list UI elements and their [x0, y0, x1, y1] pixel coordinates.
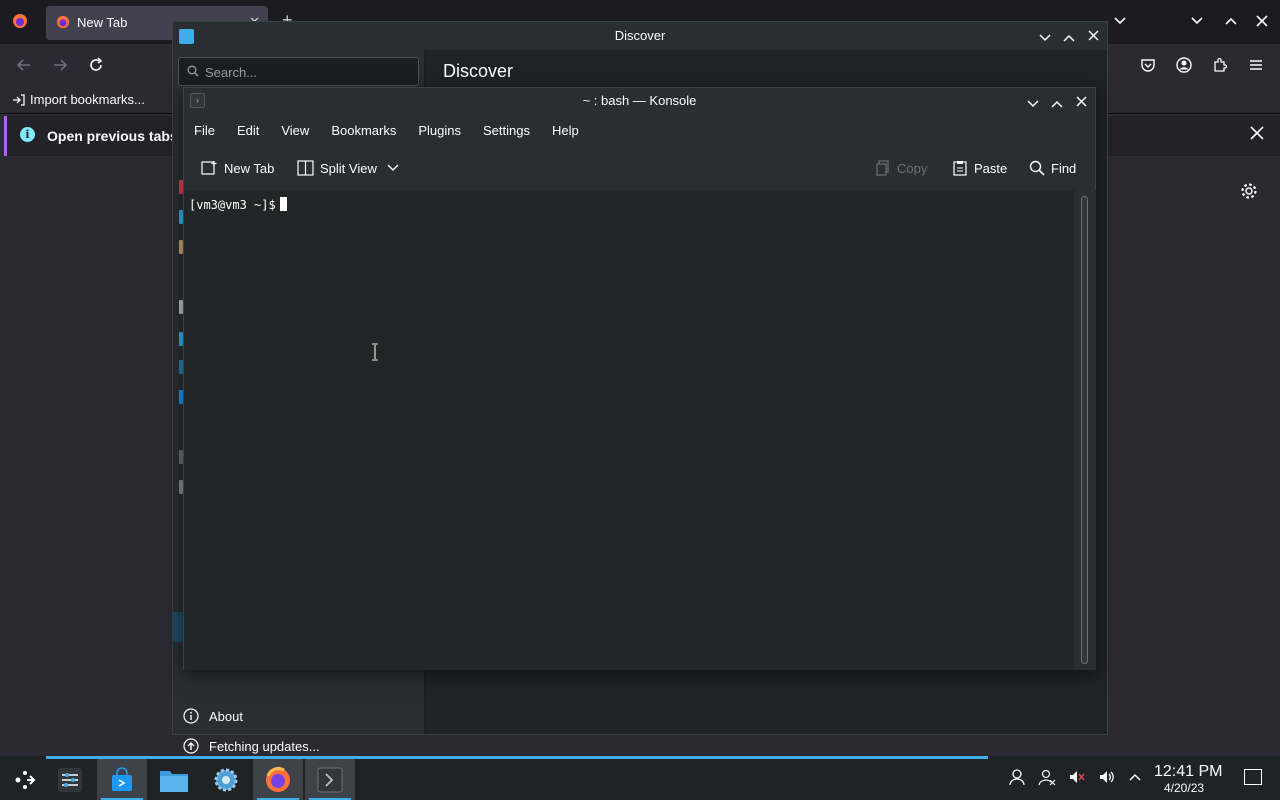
infobar-message: Open previous tabs	[47, 128, 178, 144]
menu-plugins[interactable]: Plugins	[408, 118, 471, 144]
konsole-window: › ~ : bash — Konsole File Edit View Book…	[183, 87, 1096, 670]
maximize-icon[interactable]	[1224, 14, 1238, 29]
konsole-window-title: ~ : bash — Konsole	[582, 93, 697, 108]
menu-bookmarks[interactable]: Bookmarks	[321, 118, 406, 144]
new-tab-label: New Tab	[224, 160, 275, 176]
update-arrow-icon	[183, 738, 199, 754]
maximize-icon[interactable]	[1051, 96, 1063, 111]
konsole-titlebar[interactable]: › ~ : bash — Konsole	[184, 88, 1095, 114]
import-bookmarks-label: Import bookmarks...	[30, 92, 145, 107]
minimize-icon[interactable]	[1027, 96, 1039, 111]
reload-icon[interactable]	[88, 57, 104, 76]
sidebar-item-updates[interactable]: Fetching updates...	[183, 738, 320, 754]
new-tab-icon	[201, 161, 217, 175]
chevron-up-icon[interactable]	[1128, 768, 1142, 789]
maximize-icon[interactable]	[1063, 30, 1075, 45]
copy-icon	[876, 160, 889, 176]
clock-time[interactable]: 12:41 PM	[1154, 763, 1222, 781]
split-view-button[interactable]: Split View	[297, 160, 399, 176]
minimize-icon[interactable]	[1039, 30, 1051, 45]
user-icon[interactable]	[1008, 768, 1026, 789]
task-konsole[interactable]	[305, 759, 355, 800]
search-icon	[187, 65, 199, 80]
account-icon[interactable]	[1176, 57, 1192, 76]
pocket-icon[interactable]	[1140, 57, 1156, 76]
menu-view[interactable]: View	[271, 118, 319, 144]
prompt-text: [vm3@vm3 ~]$	[189, 198, 276, 212]
about-label: About	[209, 708, 243, 724]
search-placeholder: Search...	[205, 65, 258, 80]
konsole-toolbar: New Tab Split View Copy Paste Find	[184, 150, 1095, 188]
discover-window-title: Discover	[614, 28, 666, 43]
sidebar-item-about[interactable]: About	[183, 708, 243, 724]
task-firefox[interactable]	[253, 759, 303, 800]
konsole-menubar: File Edit View Bookmarks Plugins Setting…	[184, 118, 1095, 144]
search-icon	[1029, 160, 1045, 176]
terminal-area[interactable]: [vm3@vm3 ~]$	[184, 190, 1074, 670]
shell-prompt: [vm3@vm3 ~]$	[189, 197, 287, 212]
menu-edit[interactable]: Edit	[227, 118, 269, 144]
user-switch-icon[interactable]	[1038, 768, 1056, 789]
find-label: Find	[1051, 160, 1077, 176]
close-infobar-icon[interactable]	[1250, 126, 1264, 143]
task-file-manager[interactable]	[149, 759, 199, 800]
info-icon: i	[20, 127, 35, 142]
paste-button[interactable]: Paste	[952, 160, 1007, 176]
close-icon[interactable]	[1076, 95, 1087, 110]
chevron-down-icon	[387, 164, 399, 171]
task-system-settings[interactable]	[45, 759, 95, 800]
minimize-icon[interactable]	[1190, 14, 1204, 29]
task-discover[interactable]	[97, 759, 147, 800]
split-view-label: Split View	[320, 160, 377, 176]
microphone-muted-icon[interactable]	[1068, 768, 1086, 789]
back-icon[interactable]	[16, 57, 32, 76]
find-button[interactable]: Find	[1029, 160, 1076, 176]
discover-titlebar[interactable]: Discover	[173, 22, 1107, 50]
page-title: Discover	[443, 61, 514, 81]
show-desktop-icon[interactable]	[1244, 769, 1262, 785]
app-launcher-button[interactable]	[0, 759, 50, 800]
firefox-app-icon[interactable]	[12, 13, 28, 32]
terminal-scrollbar[interactable]	[1074, 190, 1096, 670]
launcher-icon	[15, 770, 36, 789]
forward-icon[interactable]	[52, 57, 68, 76]
list-all-tabs-icon[interactable]	[1113, 14, 1127, 29]
split-view-icon	[297, 160, 314, 176]
firefox-tab-icon	[56, 15, 70, 32]
close-icon[interactable]	[1256, 15, 1268, 30]
settings-sliders-icon	[58, 767, 82, 792]
discover-bag-icon	[112, 766, 132, 791]
close-icon[interactable]	[1088, 29, 1099, 44]
menu-settings[interactable]: Settings	[473, 118, 540, 144]
mouse-ibeam-cursor-icon	[370, 343, 380, 364]
new-tab-button[interactable]: New Tab	[201, 160, 274, 176]
gear-icon	[214, 768, 238, 791]
menu-file[interactable]: File	[184, 118, 225, 144]
taskbar	[0, 756, 1280, 800]
firefox-icon	[266, 766, 290, 792]
text-cursor	[279, 197, 287, 211]
terminal-icon	[317, 767, 343, 792]
import-bookmarks-button[interactable]: Import bookmarks...	[12, 92, 145, 107]
info-icon	[183, 708, 199, 724]
scrollbar-thumb[interactable]	[1081, 196, 1088, 664]
extensions-icon[interactable]	[1212, 57, 1228, 76]
copy-label: Copy	[897, 160, 928, 176]
folder-icon	[160, 770, 188, 792]
selected-sidebar-item[interactable]	[173, 612, 183, 642]
fetching-updates-label: Fetching updates...	[209, 738, 320, 754]
menu-help[interactable]: Help	[542, 118, 589, 144]
task-system-settings-gear[interactable]	[201, 759, 251, 800]
copy-button[interactable]: Copy	[875, 160, 927, 176]
gear-icon[interactable]	[1240, 182, 1258, 203]
paste-icon	[953, 161, 967, 176]
paste-label: Paste	[974, 160, 1008, 176]
search-input[interactable]: Search...	[178, 57, 419, 86]
import-icon	[13, 93, 25, 106]
volume-icon[interactable]	[1098, 768, 1116, 789]
clock-date[interactable]: 4/20/23	[1164, 781, 1204, 795]
tab-title: New Tab	[77, 15, 128, 30]
menu-hamburger-icon[interactable]	[1248, 57, 1264, 76]
